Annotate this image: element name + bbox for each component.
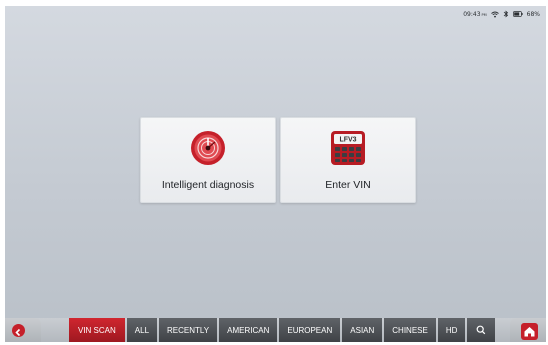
intelligent-diagnosis-card[interactable]: Intelligent diagnosis (140, 117, 276, 203)
bluetooth-icon (503, 10, 508, 18)
tab-all[interactable]: ALL (126, 318, 158, 342)
status-bar: 09:43PM 68% (463, 9, 540, 19)
home-icon (521, 323, 538, 340)
tab-hd[interactable]: HD (437, 318, 466, 342)
vin-icon-text: LFV3 (339, 137, 356, 144)
wifi-icon (490, 11, 499, 17)
intelligent-diagnosis-label: Intelligent diagnosis (161, 179, 255, 191)
bottom-bar: VIN SCAN ALL RECENTLY AMERICAN EUROPEAN … (5, 318, 546, 342)
tab-european[interactable]: EUROPEAN (279, 318, 341, 342)
enter-vin-card[interactable]: LFV3 Enter VIN (280, 117, 416, 203)
tab-vin-scan[interactable]: VIN SCAN (69, 318, 125, 342)
back-arrow-icon (12, 324, 25, 337)
gauge-icon (191, 131, 225, 165)
status-time: 09:43PM (463, 10, 487, 18)
tab-chinese[interactable]: CHINESE (384, 318, 436, 342)
home-button[interactable] (510, 318, 546, 342)
battery-percent: 68% (526, 10, 540, 18)
search-icon (477, 325, 486, 335)
tab-asian[interactable]: ASIAN (342, 318, 383, 342)
screen: 09:43PM 68% Intelligent diagnosis LFV3 E… (5, 6, 546, 342)
enter-vin-label: Enter VIN (325, 179, 371, 191)
back-button[interactable] (5, 318, 41, 342)
category-tabs: VIN SCAN ALL RECENTLY AMERICAN EUROPEAN … (69, 318, 496, 342)
status-ampm: PM (481, 12, 487, 17)
tab-recently[interactable]: RECENTLY (159, 318, 218, 342)
vin-keypad-icon: LFV3 (331, 131, 365, 165)
tab-american[interactable]: AMERICAN (219, 318, 278, 342)
battery-icon (512, 11, 523, 17)
search-button[interactable] (467, 318, 496, 342)
